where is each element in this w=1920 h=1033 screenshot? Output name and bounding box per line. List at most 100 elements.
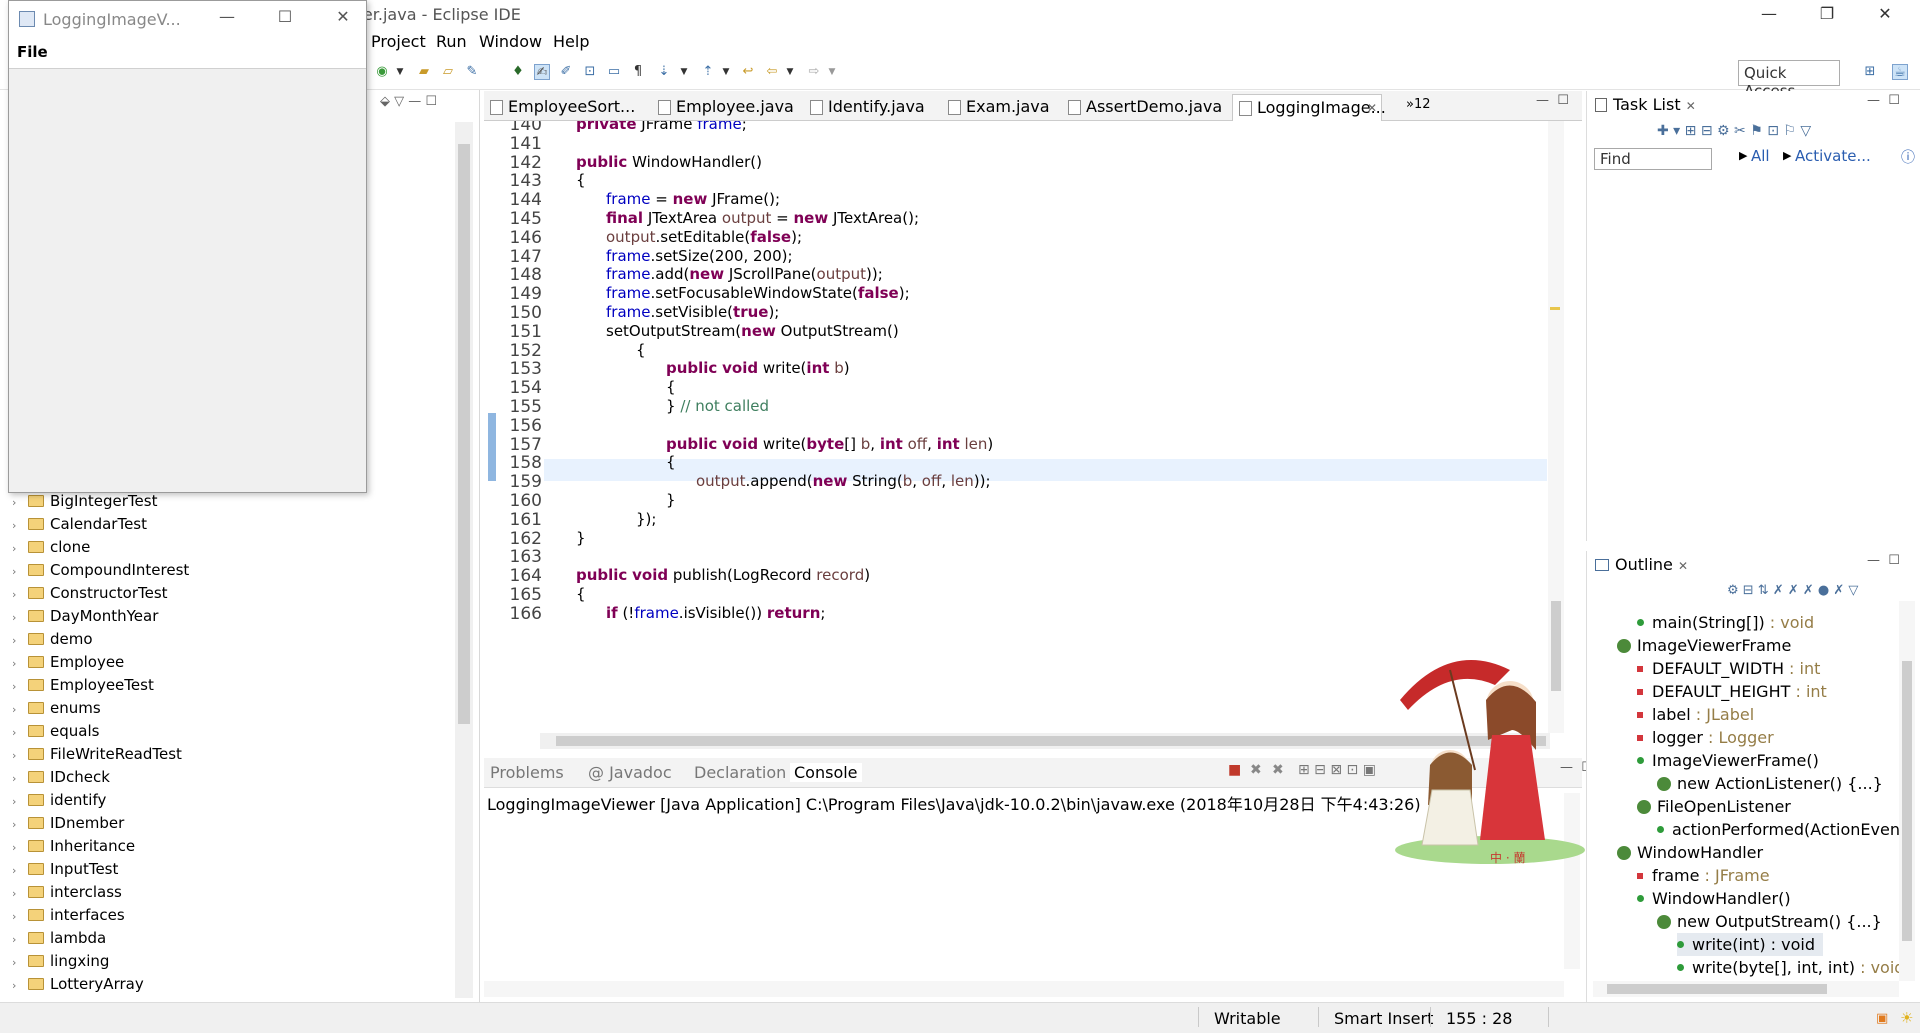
package-item[interactable]: › clone (12, 536, 90, 559)
outline-min-max-icons[interactable]: — ☐ (1867, 553, 1900, 568)
outline-item[interactable]: ImageViewerFrame() (1637, 749, 1819, 772)
floating-maximize-button[interactable]: ☐ (265, 7, 305, 26)
code-line[interactable]: setOutputStream(new OutputStream() (606, 322, 899, 340)
chevron-right-icon[interactable]: › (12, 882, 26, 905)
package-item[interactable]: › identify (12, 789, 106, 812)
code-line[interactable]: if (!frame.isVisible()) return; (606, 604, 825, 622)
find-input[interactable]: Find (1594, 148, 1712, 170)
chevron-right-icon[interactable]: › (12, 491, 26, 514)
chevron-right-icon[interactable]: › (12, 675, 26, 698)
back-icon[interactable]: ⇦ (764, 64, 780, 80)
all-link[interactable]: All (1751, 147, 1770, 165)
code-line[interactable]: public void write(byte[] b, int off, int… (666, 435, 993, 453)
chevron-right-icon[interactable]: › (12, 537, 26, 560)
block-selection-icon[interactable]: ✐ (558, 64, 574, 80)
show-whitespace-icon[interactable]: ▭ (606, 64, 622, 80)
code-line[interactable]: frame.setVisible(true); (606, 303, 779, 321)
code-line[interactable]: { (666, 453, 676, 471)
package-item[interactable]: › IDnember (12, 812, 124, 835)
console-hscrollbar[interactable] (484, 981, 1564, 997)
code-line[interactable]: public void write(int b) (666, 359, 850, 377)
tab-employeesort[interactable]: EmployeeSort... (484, 94, 635, 121)
code-line[interactable]: public WindowHandler() (576, 153, 762, 171)
annotation-icon[interactable]: ♦ (510, 64, 526, 80)
remove-all-icon[interactable]: ✖ (1272, 762, 1284, 778)
close-button[interactable]: ✕ (1862, 0, 1908, 30)
view-menu-icon[interactable]: ⬙ ▽ — ☐ (380, 94, 437, 109)
outline-item[interactable]: label : JLabel (1637, 703, 1754, 726)
run-icon[interactable]: ◉ (374, 64, 390, 80)
rss-icon[interactable]: ▣ (1876, 1011, 1888, 1026)
search-icon[interactable]: ✎ (464, 64, 480, 80)
code-line[interactable]: { (636, 341, 646, 359)
outline-item[interactable]: DEFAULT_WIDTH : int (1637, 657, 1820, 680)
package-item[interactable]: › InputTest (12, 858, 118, 881)
tip-icon[interactable]: ☀ (1900, 1009, 1913, 1027)
chevron-right-icon[interactable]: › (12, 652, 26, 675)
outline-item[interactable]: WindowHandler (1617, 841, 1763, 864)
editor-min-max-icons[interactable]: — ☐ (1536, 93, 1569, 108)
activate-link[interactable]: Activate... (1795, 147, 1871, 165)
menu-help[interactable]: Help (553, 32, 589, 51)
code-line[interactable]: }); (636, 510, 656, 528)
outline-item[interactable]: DEFAULT_HEIGHT : int (1637, 680, 1827, 703)
chevron-right-icon[interactable]: › (12, 629, 26, 652)
package-item[interactable]: › BigIntegerTest (12, 490, 157, 513)
menu-project[interactable]: Project (371, 32, 426, 51)
chevron-right-icon[interactable]: › (12, 928, 26, 951)
outline-item[interactable]: new OutputStream() {...} (1657, 910, 1882, 933)
code-line[interactable]: } (576, 529, 586, 547)
code-line[interactable]: { (576, 585, 586, 603)
next-annotation-icon[interactable]: ⇣ (656, 64, 672, 80)
chevron-right-icon[interactable]: › (12, 560, 26, 583)
mark-occurrences-icon[interactable]: ✍ (534, 64, 550, 80)
remove-launch-icon[interactable]: ✖ (1250, 762, 1262, 778)
package-item[interactable]: › LotteryArray (12, 973, 144, 996)
prev-annotation-icon[interactable]: ⇡ (700, 64, 716, 80)
package-item[interactable]: › IDcheck (12, 766, 110, 789)
dropdown-icon[interactable]: ▼ (782, 64, 798, 80)
outline-item[interactable]: frame : JFrame (1637, 864, 1770, 887)
package-item[interactable]: › EmployeeTest (12, 674, 154, 697)
chevron-right-icon[interactable]: › (12, 698, 26, 721)
outline-item[interactable]: actionPerformed(ActionEvent (1657, 818, 1906, 841)
outline-item[interactable]: WindowHandler() (1637, 887, 1791, 910)
chevron-right-icon[interactable]: › (12, 790, 26, 813)
restore-button[interactable]: ❐ (1804, 0, 1850, 30)
code-line[interactable]: output.append(new String(b, off, len)); (696, 472, 991, 490)
outline-item[interactable]: write(int) : void (1677, 933, 1823, 956)
file-menu[interactable]: File (17, 43, 48, 61)
chevron-right-icon[interactable]: › (12, 767, 26, 790)
dropdown-icon[interactable]: ▼ (392, 64, 408, 80)
code-line[interactable]: private JFrame frame; (576, 121, 747, 133)
tab-overflow[interactable]: »12 (1406, 97, 1431, 112)
tab-identify[interactable]: Identify.java (804, 94, 925, 121)
tab-problems[interactable]: Problems (490, 763, 564, 782)
tab-console[interactable]: Console (790, 763, 862, 782)
code-line[interactable]: frame.setFocusableWindowState(false); (606, 284, 910, 302)
chevron-right-icon[interactable]: › (12, 583, 26, 606)
code-line[interactable]: frame.add(new JScrollPane(output)); (606, 265, 883, 283)
open-perspective-icon[interactable]: ⊞ (1862, 64, 1878, 80)
package-item[interactable]: › CalendarTest (12, 513, 147, 536)
package-item[interactable]: › DayMonthYear (12, 605, 158, 628)
package-item[interactable]: › ConstructorTest (12, 582, 168, 605)
insert-mode-status[interactable]: Smart Insert (1334, 1009, 1433, 1028)
help-icon[interactable]: ⓘ (1901, 147, 1915, 167)
outline-item[interactable]: logger : Logger (1637, 726, 1774, 749)
package-scrollbar[interactable] (455, 122, 473, 998)
tab-javadoc[interactable]: @ Javadoc (588, 763, 672, 782)
floating-close-button[interactable]: ✕ (323, 7, 363, 26)
outline-toolbar-icons[interactable]: ⚙ ⊟ ⇅ ✗ ✗ ✗ ● ✗ ▽ (1727, 583, 1858, 598)
package-item[interactable]: › enums (12, 697, 101, 720)
task-list-title[interactable]: Task List ✕ (1595, 95, 1696, 114)
package-item[interactable]: › CompoundInterest (12, 559, 189, 582)
code-line[interactable]: public void publish(LogRecord record) (576, 566, 870, 584)
chevron-right-icon[interactable]: › (12, 836, 26, 859)
package-item[interactable]: › lingxing (12, 950, 109, 973)
package-item[interactable]: › interclass (12, 881, 122, 904)
outline-item[interactable]: main(String[]) : void (1637, 611, 1814, 634)
tab-exam[interactable]: Exam.java (942, 94, 1050, 121)
word-wrap-icon[interactable]: ⊡ (582, 64, 598, 80)
floating-minimize-button[interactable]: — (207, 7, 247, 26)
